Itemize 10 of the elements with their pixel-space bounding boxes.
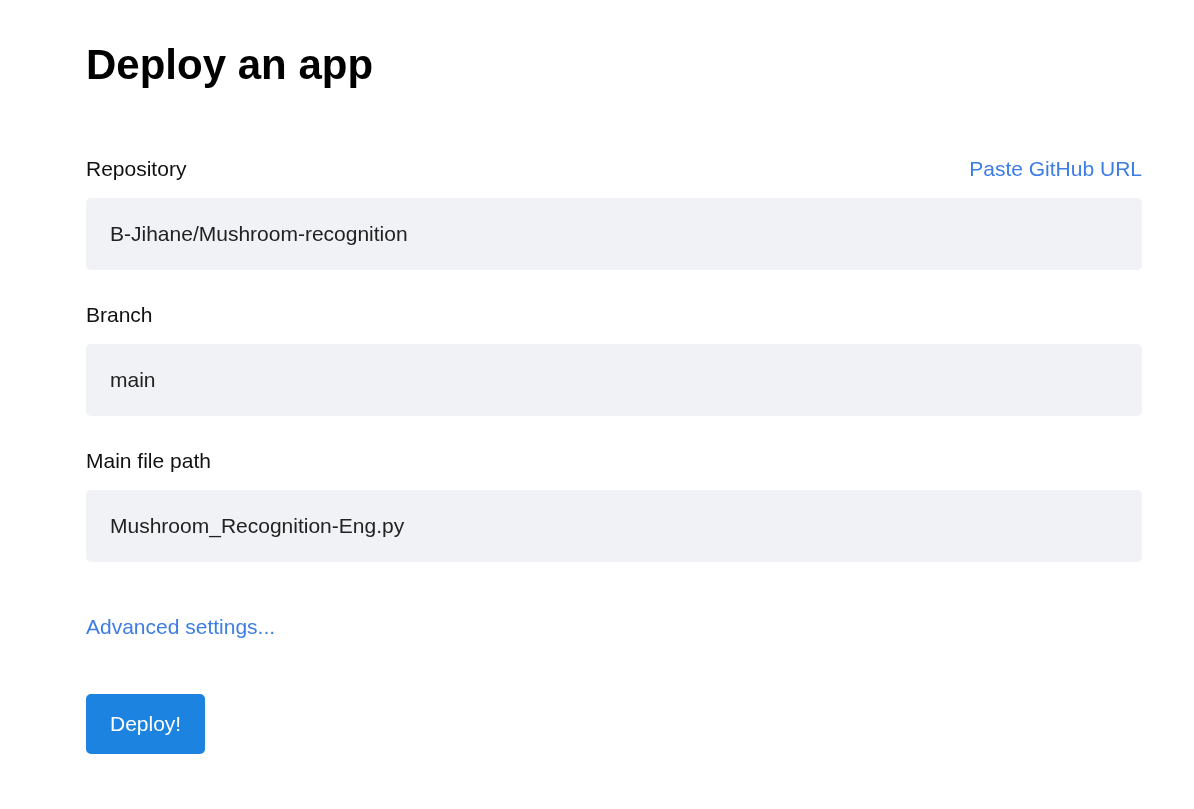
field-label: Main file path xyxy=(86,449,211,473)
input-field[interactable]: main xyxy=(86,344,1142,416)
deploy-button[interactable]: Deploy! xyxy=(86,694,206,754)
page-title: Deploy an app xyxy=(86,40,375,90)
field-label: Branch xyxy=(86,303,153,327)
input-field[interactable]: Mushroom_Recognition-Eng.py xyxy=(86,490,1142,562)
advanced-settings-link[interactable]: Advanced settings... xyxy=(86,615,276,639)
paste-url-link[interactable]: Paste GitHub URL xyxy=(969,157,1142,181)
field-label: Repository xyxy=(86,157,187,181)
input-field[interactable]: B-Jihane/Mushroom-recognition xyxy=(86,198,1142,270)
